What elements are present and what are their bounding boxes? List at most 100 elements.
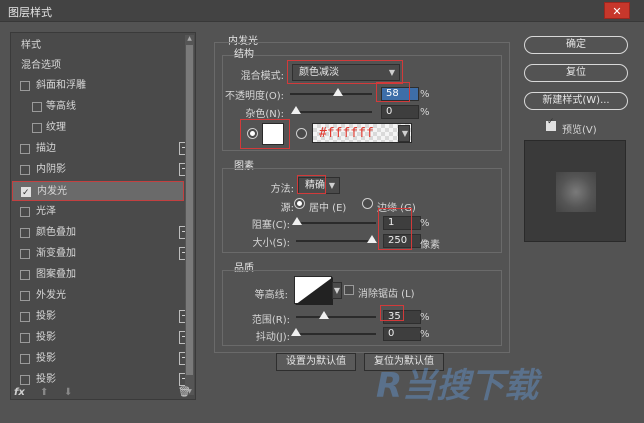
style-item-checkbox[interactable] <box>20 144 30 154</box>
contour-curve-icon <box>295 277 333 305</box>
style-item[interactable]: 等高线 <box>12 97 184 117</box>
preview-label: 预览(V) <box>562 125 597 136</box>
style-item-label: 等高线 <box>46 101 76 112</box>
size-slider[interactable] <box>296 240 376 242</box>
style-item-label: 斜面和浮雕 <box>36 80 86 91</box>
opacity-label: 不透明度(O): <box>224 91 284 102</box>
choke-slider-knob[interactable] <box>291 217 302 225</box>
style-item-label: 描边 <box>36 143 56 154</box>
noise-slider-knob[interactable] <box>291 106 301 114</box>
contour-picker[interactable] <box>294 276 333 305</box>
style-preview-thumbnail <box>524 140 626 242</box>
style-item[interactable]: 斜面和浮雕 <box>12 76 184 96</box>
blend-options-item[interactable]: 混合选项 <box>12 56 184 76</box>
highlight-range <box>380 305 404 321</box>
style-item-checkbox[interactable] <box>20 207 30 217</box>
style-item-checkbox[interactable] <box>20 270 30 280</box>
style-item-label: 纹理 <box>46 122 66 133</box>
preview-checkbox[interactable] <box>546 117 556 131</box>
source-center-radio[interactable] <box>294 198 305 209</box>
reset-button[interactable]: 复位 <box>524 64 628 82</box>
styles-header[interactable]: 样式 <box>12 36 184 56</box>
style-item[interactable]: 投影+ <box>12 349 192 369</box>
title-bar: 图层样式 ✕ <box>0 0 644 22</box>
choke-slider[interactable] <box>296 222 376 224</box>
jitter-slider-knob[interactable] <box>291 328 301 336</box>
style-item[interactable]: 投影+ <box>12 328 192 348</box>
fx-icon[interactable]: fx <box>14 387 25 398</box>
style-item-checkbox[interactable] <box>32 123 42 133</box>
opacity-slider[interactable] <box>290 93 372 95</box>
trash-icon[interactable]: 🗑 <box>178 387 191 398</box>
scroll-up-icon[interactable]: ▲ <box>185 35 194 42</box>
style-item[interactable]: 内阴影+ <box>12 160 192 180</box>
move-up-icon[interactable]: ⬆ <box>40 387 48 398</box>
opacity-unit: % <box>420 89 430 100</box>
range-slider[interactable] <box>296 316 376 318</box>
style-item-checkbox[interactable] <box>20 165 30 175</box>
style-item-label: 光泽 <box>36 206 56 217</box>
style-item[interactable]: 投影+ <box>12 307 192 327</box>
size-unit: 像素 <box>420 240 440 251</box>
choke-unit: % <box>420 218 430 229</box>
style-item-label: 内发光 <box>37 186 67 197</box>
noise-unit: % <box>420 107 430 118</box>
style-item-label: 图案叠加 <box>36 269 76 280</box>
gradient-picker[interactable]: #ffffff <box>312 123 412 143</box>
source-label: 源: <box>280 203 294 214</box>
jitter-slider[interactable] <box>296 333 376 335</box>
style-item[interactable]: 外发光 <box>12 286 184 306</box>
style-item-label: 投影 <box>36 353 56 364</box>
antialias-label: 消除锯齿 (L) <box>358 289 415 300</box>
preview-glow-swatch <box>556 172 596 212</box>
opacity-slider-knob[interactable] <box>332 88 343 96</box>
style-item-checkbox[interactable] <box>32 102 42 112</box>
style-item[interactable]: 纹理 <box>12 118 184 138</box>
window-title: 图层样式 <box>8 6 52 19</box>
ok-button[interactable]: 确定 <box>524 36 628 54</box>
style-item-label: 投影 <box>36 332 56 343</box>
style-item[interactable]: 内发光 <box>12 181 184 203</box>
range-unit: % <box>420 312 430 323</box>
style-item-checkbox[interactable] <box>20 249 30 259</box>
close-icon[interactable]: ✕ <box>604 2 630 19</box>
style-item-checkbox[interactable] <box>20 228 30 238</box>
source-edge-radio[interactable] <box>362 198 373 209</box>
chevron-down-icon: ▼ <box>333 286 340 295</box>
contour-label: 等高线: <box>254 290 288 301</box>
set-default-button[interactable]: 设置为默认值 <box>276 353 356 371</box>
noise-input[interactable]: 0 <box>381 105 419 119</box>
contour-dropdown[interactable]: ▼ <box>332 282 342 299</box>
choke-label: 阻塞(C): <box>251 220 290 231</box>
style-item-label: 内阴影 <box>36 164 66 175</box>
highlight-blend-mode <box>287 60 403 84</box>
jitter-input[interactable]: 0 <box>383 327 421 341</box>
gradient-dropdown[interactable]: ▼ <box>398 125 410 142</box>
style-item-checkbox[interactable] <box>20 291 30 301</box>
antialias-checkbox[interactable] <box>344 285 354 295</box>
styles-scrollbar[interactable]: ▲ ▼ <box>185 35 194 395</box>
style-item-checkbox[interactable] <box>20 333 30 343</box>
gradient-radio[interactable] <box>296 128 307 139</box>
jitter-label: 抖动(J): <box>255 332 290 343</box>
move-down-icon[interactable]: ⬇ <box>64 387 72 398</box>
style-item[interactable]: 光泽 <box>12 202 184 222</box>
style-item-checkbox[interactable] <box>21 183 31 203</box>
noise-slider[interactable] <box>296 111 372 113</box>
styles-list-panel: 样式 混合选项 斜面和浮雕等高线纹理描边+内阴影+ 内发光光泽颜色叠加+渐变叠加+… <box>10 32 196 400</box>
style-item-checkbox[interactable] <box>20 354 30 364</box>
style-item[interactable]: 描边+ <box>12 139 192 159</box>
size-slider-knob[interactable] <box>367 235 377 243</box>
style-item-label: 颜色叠加 <box>36 227 76 238</box>
style-item[interactable]: 渐变叠加+ <box>12 244 192 264</box>
style-item[interactable]: 图案叠加 <box>12 265 184 285</box>
style-item-checkbox[interactable] <box>20 312 30 322</box>
style-item-checkbox[interactable] <box>20 375 30 385</box>
style-item-checkbox[interactable] <box>20 81 30 91</box>
range-slider-knob[interactable] <box>319 311 329 319</box>
scrollbar-thumb[interactable] <box>186 45 193 375</box>
style-item-label: 投影 <box>36 311 56 322</box>
style-item[interactable]: 颜色叠加+ <box>12 223 192 243</box>
new-style-button[interactable]: 新建样式(W)... <box>524 92 628 110</box>
source-center-label: 居中 (E) <box>309 203 347 214</box>
